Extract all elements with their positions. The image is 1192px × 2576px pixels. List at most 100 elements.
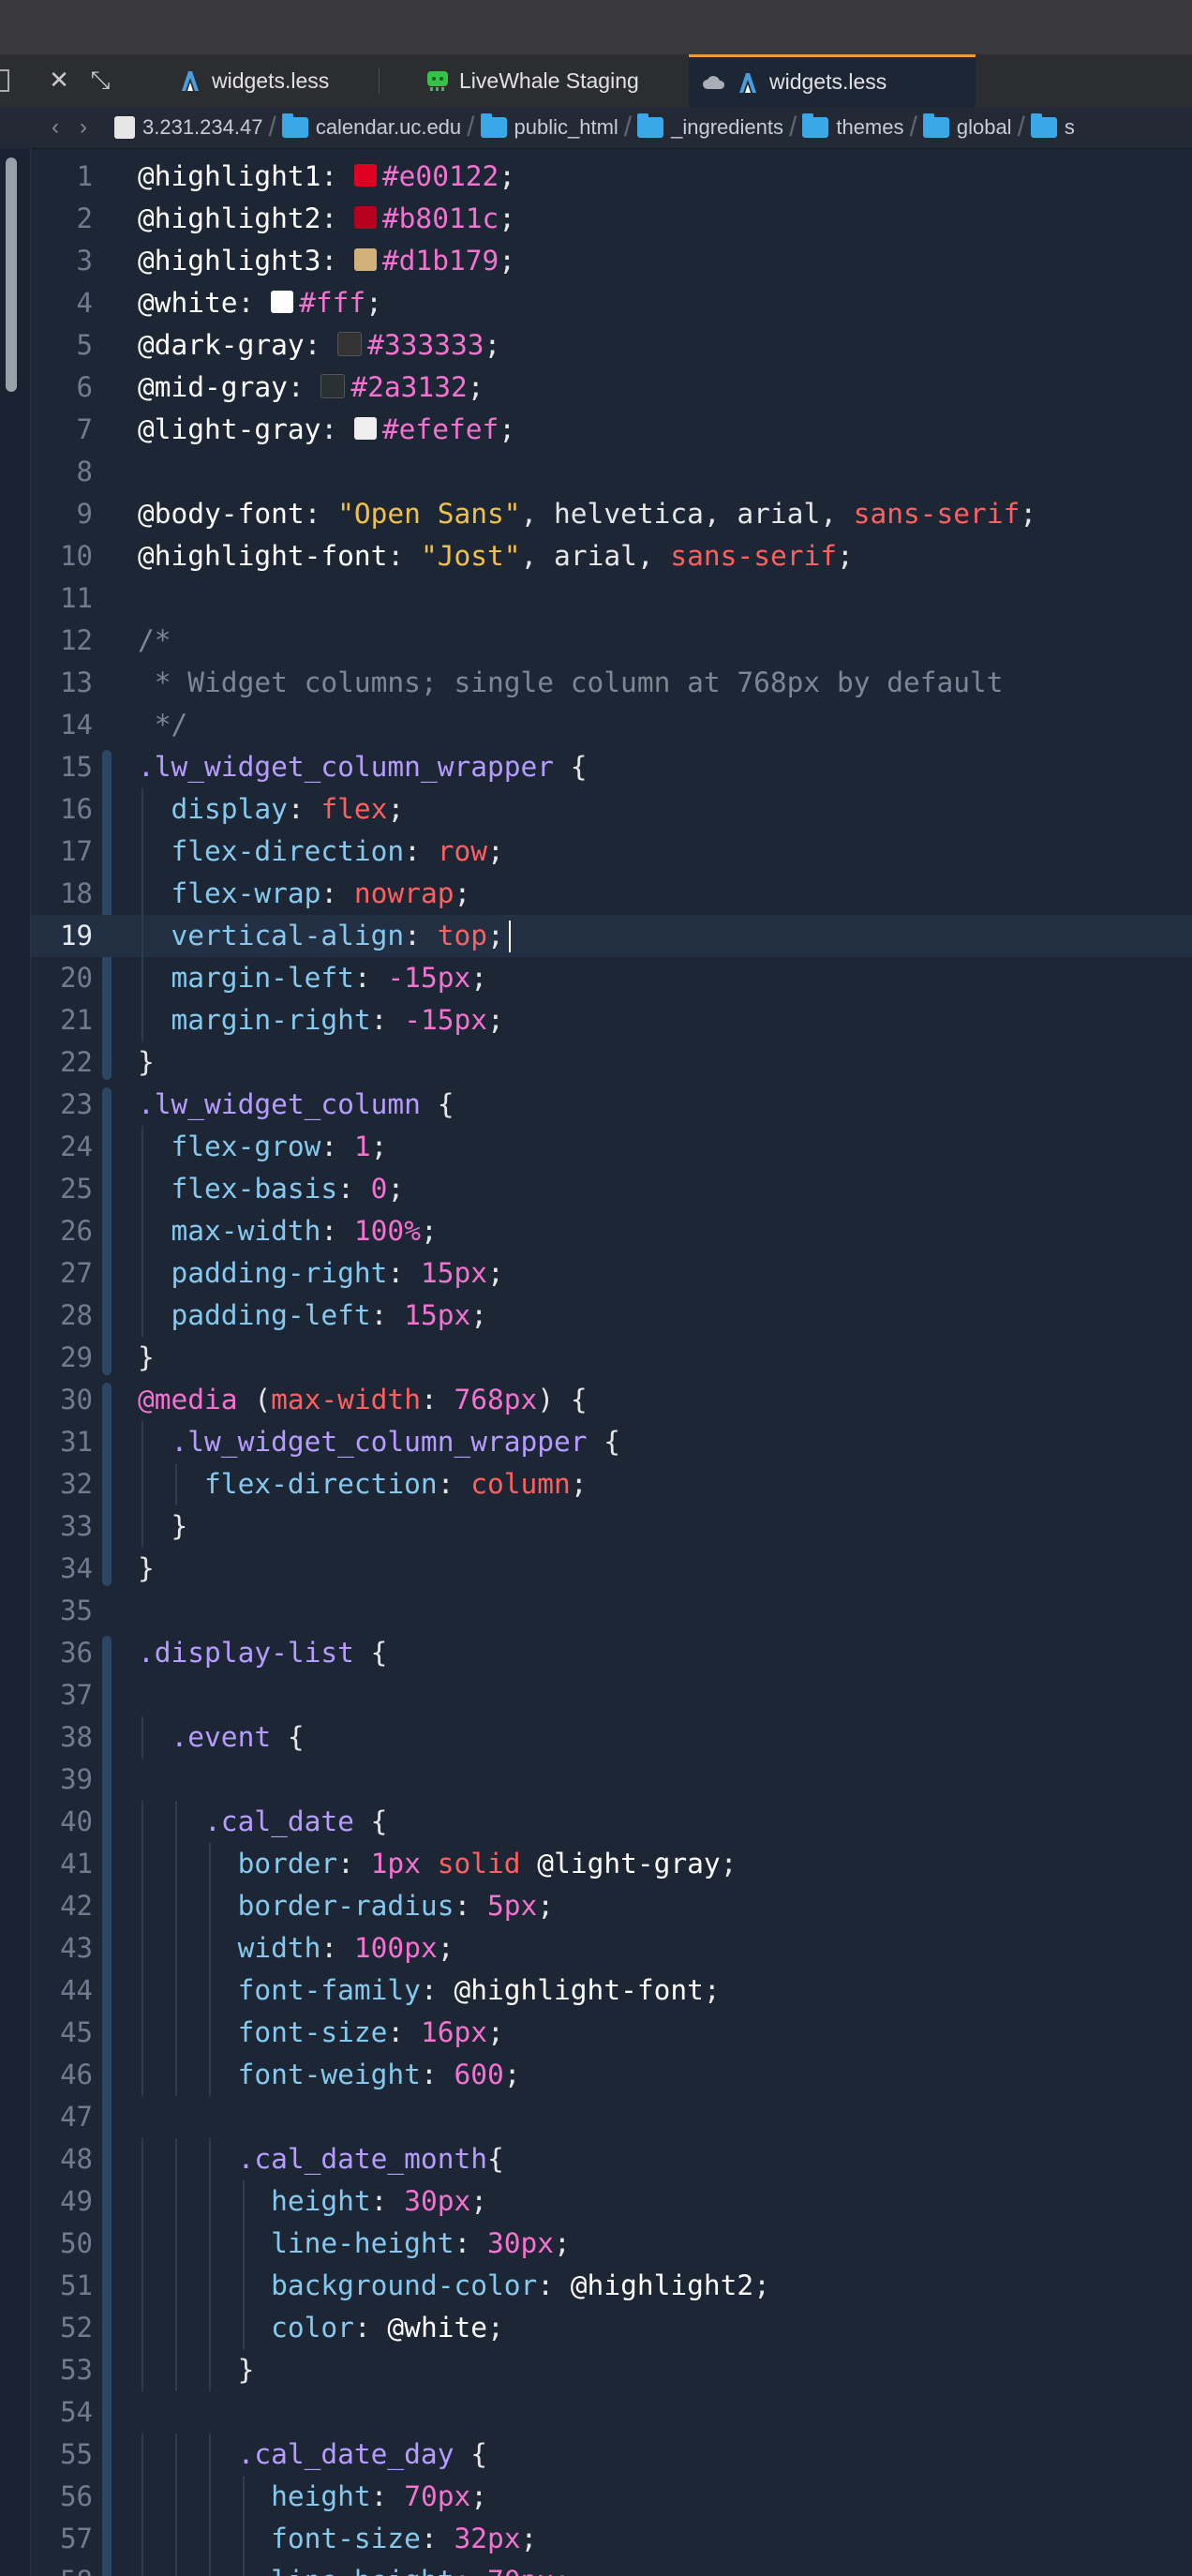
code-line[interactable]: 58 line-height: 70px; xyxy=(31,2560,1192,2576)
code-line[interactable]: 33 } xyxy=(31,1505,1192,1548)
breadcrumb-item-themes[interactable]: themes xyxy=(798,113,907,140)
code-line[interactable]: 34} xyxy=(31,1548,1192,1590)
code-line[interactable]: 26 max-width: 100%; xyxy=(31,1210,1192,1252)
code-line[interactable]: 42 border-radius: 5px; xyxy=(31,1885,1192,1927)
code-token: #efefef xyxy=(381,413,499,445)
code-line[interactable]: 48 .cal_date_month{ xyxy=(31,2138,1192,2180)
indent-guide xyxy=(142,2560,143,2576)
indent-guide xyxy=(142,2434,143,2476)
code-line[interactable]: 57 font-size: 32px; xyxy=(31,2518,1192,2560)
color-swatch-icon[interactable] xyxy=(320,373,346,398)
tab-livewhale-staging[interactable]: LiveWhale Staging xyxy=(412,54,684,107)
code-line[interactable]: 28 padding-left: 15px; xyxy=(31,1295,1192,1337)
back-arrow-icon[interactable]: ‹ xyxy=(41,114,69,141)
breadcrumb-item-ingredients[interactable]: _ingredients xyxy=(633,113,787,140)
code-line[interactable]: 53 } xyxy=(31,2349,1192,2391)
code-line[interactable]: 9 @body-font: "Open Sans", helvetica, ari… xyxy=(31,493,1192,535)
code-line[interactable]: 6 @mid-gray: #2a3132; xyxy=(31,367,1192,409)
code-token: { xyxy=(554,751,588,783)
code-text: flex-direction: column; xyxy=(138,1463,588,1505)
tab-widgets-less-2[interactable]: widgets.less xyxy=(689,54,976,107)
code-token: { xyxy=(353,1637,388,1669)
indent-guide xyxy=(142,957,143,999)
code-line[interactable]: 20 margin-left: -15px; xyxy=(31,957,1192,999)
code-line[interactable]: 17 flex-direction: row; xyxy=(31,831,1192,873)
code-line[interactable]: 3 @highlight3: #d1b179; xyxy=(31,240,1192,282)
code-line[interactable]: 24 flex-grow: 1; xyxy=(31,1126,1192,1168)
code-line[interactable]: 50 line-height: 30px; xyxy=(31,2223,1192,2265)
code-line[interactable]: 47 xyxy=(31,2096,1192,2138)
code-token: : xyxy=(353,2312,388,2344)
code-line[interactable]: 23 .lw_widget_column { xyxy=(31,1084,1192,1126)
code-line[interactable]: 18 flex-wrap: nowrap; xyxy=(31,873,1192,915)
code-line[interactable]: 2 @highlight2: #b8011c; xyxy=(31,198,1192,240)
scrollbar-thumb[interactable] xyxy=(6,157,17,392)
code-line[interactable]: 43 width: 100px; xyxy=(31,1927,1192,1969)
code-line[interactable]: 7 @light-gray: #efefef; xyxy=(31,409,1192,451)
color-swatch-icon[interactable] xyxy=(353,416,377,440)
code-line[interactable]: 27 padding-right: 15px; xyxy=(31,1252,1192,1295)
tab-widgets-less-1[interactable]: widgets.less xyxy=(165,54,377,107)
code-line[interactable]: 31 .lw_widget_column_wrapper { xyxy=(31,1421,1192,1463)
expand-icon[interactable]: ⤡ xyxy=(84,64,116,96)
close-icon[interactable]: ✕ xyxy=(43,64,75,96)
code-line[interactable]: 38 .event { xyxy=(31,1716,1192,1759)
code-line[interactable]: 51 background-color: @highlight2; xyxy=(31,2265,1192,2307)
code-line[interactable]: 8 xyxy=(31,451,1192,493)
code-line[interactable]: 54 xyxy=(31,2391,1192,2434)
code-editor[interactable]: 1 @highlight1: #e00122; 2 @highlight2: #b80… xyxy=(31,148,1192,2576)
code-line[interactable]: 14 */ xyxy=(31,704,1192,746)
code-line[interactable]: 19 vertical-align: top; xyxy=(31,915,1192,957)
code-line[interactable]: 21 margin-right: -15px; xyxy=(31,999,1192,1041)
code-line[interactable]: 5 @dark-gray: #333333; xyxy=(31,324,1192,367)
color-swatch-icon[interactable] xyxy=(353,247,377,271)
breadcrumb-item-public-html[interactable]: public_html xyxy=(477,113,622,140)
code-line[interactable]: 30 @media (max-width: 768px) { xyxy=(31,1379,1192,1421)
code-token: : xyxy=(320,1215,354,1247)
code-text: } xyxy=(138,1041,155,1084)
code-line[interactable]: 15 .lw_widget_column_wrapper { xyxy=(31,746,1192,788)
code-token: ; xyxy=(554,2565,571,2576)
code-line[interactable]: 25 flex-basis: 0; xyxy=(31,1168,1192,1210)
code-line[interactable]: 29} xyxy=(31,1337,1192,1379)
code-line[interactable]: 45 font-size: 16px; xyxy=(31,2012,1192,2054)
color-swatch-icon[interactable] xyxy=(337,331,363,356)
code-line[interactable]: 4 @white: #fff; xyxy=(31,282,1192,324)
code-line[interactable]: 37 xyxy=(31,1674,1192,1716)
indent-guide xyxy=(142,1927,143,1969)
breadcrumb-item-truncated[interactable]: s xyxy=(1027,113,1079,140)
color-swatch-icon[interactable] xyxy=(353,163,377,187)
breadcrumb-item-domain[interactable]: calendar.uc.edu xyxy=(278,113,465,140)
sidebar-toggle-icon[interactable] xyxy=(0,69,9,92)
code-line[interactable]: 36 .display-list { xyxy=(31,1632,1192,1674)
code-line[interactable]: 46 font-weight: 600; xyxy=(31,2054,1192,2096)
line-number: 24 xyxy=(60,1131,93,1162)
code-line[interactable]: 11 xyxy=(31,577,1192,620)
code-line[interactable]: 40 .cal_date { xyxy=(31,1801,1192,1843)
color-swatch-icon[interactable] xyxy=(353,205,377,229)
color-swatch-icon[interactable] xyxy=(271,290,294,313)
line-number: 57 xyxy=(60,2523,93,2554)
code-line[interactable]: 1 @highlight1: #e00122; xyxy=(31,156,1192,198)
code-line[interactable]: 32 flex-direction: column; xyxy=(31,1463,1192,1505)
indent-guide xyxy=(142,873,143,915)
code-text: font-family: @highlight-font; xyxy=(138,1969,721,2012)
code-line[interactable]: 22} xyxy=(31,1041,1192,1084)
code-line[interactable]: 56 height: 70px; xyxy=(31,2476,1192,2518)
breadcrumb-item-global[interactable]: global xyxy=(919,113,1016,140)
code-token: column xyxy=(470,1468,571,1500)
code-line[interactable]: 55 .cal_date_day { xyxy=(31,2434,1192,2476)
code-line[interactable]: 41 border: 1px solid @light-gray; xyxy=(31,1843,1192,1885)
code-line[interactable]: 39 xyxy=(31,1759,1192,1801)
code-line[interactable]: 52 color: @white; xyxy=(31,2307,1192,2349)
code-line[interactable]: 12 /* xyxy=(31,620,1192,662)
code-line[interactable]: 16 display: flex; xyxy=(31,788,1192,831)
breadcrumb-item-server[interactable]: 3.231.234.47 xyxy=(111,115,266,140)
forward-arrow-icon[interactable]: › xyxy=(69,114,97,141)
code-line[interactable]: 44 font-family: @highlight-font; xyxy=(31,1969,1192,2012)
code-line[interactable]: 35 xyxy=(31,1590,1192,1632)
code-token: ; xyxy=(470,1299,487,1331)
code-line[interactable]: 10 @highlight-font: "Jost", arial, sans-s… xyxy=(31,535,1192,577)
code-line[interactable]: 49 height: 30px; xyxy=(31,2180,1192,2223)
code-line[interactable]: 13 * Widget columns; single column at 76… xyxy=(31,662,1192,704)
